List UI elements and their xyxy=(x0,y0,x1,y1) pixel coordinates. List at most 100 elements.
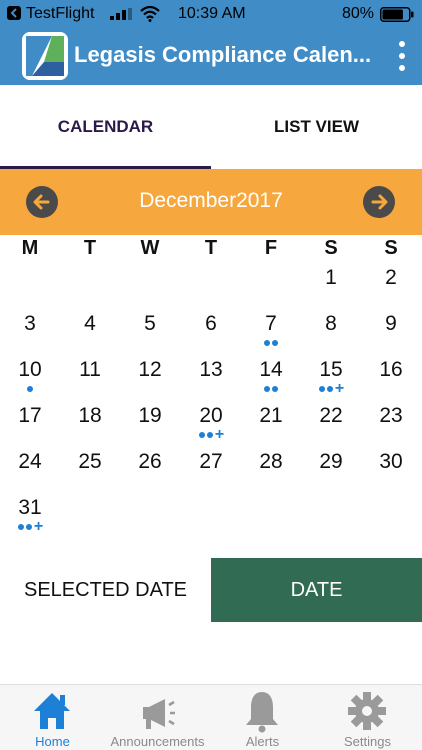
back-arrow-icon[interactable] xyxy=(6,5,22,21)
calendar-day[interactable]: 16 xyxy=(361,358,421,404)
megaphone-icon xyxy=(143,699,175,729)
wifi-icon xyxy=(140,6,160,22)
day-number: 19 xyxy=(138,404,162,427)
page-title: Legasis Compliance Calen... xyxy=(74,42,372,67)
year-label: 2017 xyxy=(236,189,283,212)
event-markers xyxy=(0,474,60,486)
calendar-day[interactable]: 13 xyxy=(181,358,241,404)
calendar-day[interactable]: 18 xyxy=(60,404,120,450)
overflow-menu-icon[interactable] xyxy=(394,36,410,76)
more-events-plus-icon: + xyxy=(334,379,345,397)
event-markers xyxy=(241,382,301,394)
event-markers xyxy=(301,428,361,440)
bell-icon xyxy=(246,692,278,733)
calendar-day[interactable]: 19 xyxy=(120,404,180,450)
calendar-day[interactable]: 24 xyxy=(0,450,60,496)
day-number: 13 xyxy=(199,358,223,381)
tab-list-view[interactable]: LIST VIEW xyxy=(211,85,422,169)
battery-percentage: 80% xyxy=(342,5,375,22)
day-number: 27 xyxy=(199,450,223,473)
more-events-plus-icon: + xyxy=(214,425,225,443)
arrow-right-icon xyxy=(371,194,388,210)
month-label: December xyxy=(139,189,237,212)
calendar-day[interactable]: 6 xyxy=(181,312,241,358)
event-dot xyxy=(272,339,278,346)
calendar-day[interactable]: 26 xyxy=(120,450,180,496)
selected-date-bar: SELECTED DATE DATE xyxy=(0,558,422,622)
day-number: 3 xyxy=(24,312,36,335)
calendar-day[interactable]: 17 xyxy=(0,404,60,450)
tab-calendar[interactable]: CALENDAR xyxy=(0,85,211,169)
bottom-navigation: Home Announcements Alerts Settings xyxy=(0,684,422,750)
event-dot xyxy=(326,385,333,392)
next-month-button[interactable] xyxy=(363,186,395,218)
calendar-day[interactable]: 14 xyxy=(241,358,301,404)
day-number: 6 xyxy=(205,312,217,335)
calendar-day[interactable]: 25 xyxy=(60,450,120,496)
calendar-day[interactable]: 9 xyxy=(361,312,421,358)
calendar-day[interactable]: 3 xyxy=(0,312,60,358)
calendar-day[interactable]: 27 xyxy=(181,450,241,496)
day-number: 2 xyxy=(385,266,397,289)
event-markers xyxy=(361,428,421,440)
calendar-day[interactable]: 4 xyxy=(60,312,120,358)
event-dot xyxy=(17,523,24,530)
day-number: 15 xyxy=(319,358,343,381)
event-markers xyxy=(181,382,241,394)
calendar-day[interactable]: 12 xyxy=(120,358,180,404)
event-dot xyxy=(206,431,213,438)
event-markers xyxy=(301,290,361,302)
event-markers xyxy=(0,382,60,394)
event-markers xyxy=(361,290,421,302)
day-number: 9 xyxy=(385,312,397,335)
selected-date-value[interactable]: DATE xyxy=(211,558,422,622)
month-year-label: December2017 xyxy=(0,189,422,213)
nav-alerts[interactable]: Alerts xyxy=(210,685,315,750)
calendar-day[interactable]: 2 xyxy=(361,266,421,312)
calendar-day[interactable]: 1 xyxy=(301,266,361,312)
calendar-day[interactable]: 7 xyxy=(241,312,301,358)
calendar-day[interactable]: 30 xyxy=(361,450,421,496)
legasis-logo xyxy=(22,32,68,80)
day-number: 28 xyxy=(259,450,283,473)
weekday-header: T xyxy=(83,237,97,259)
calendar-day[interactable]: 15 + xyxy=(301,358,361,404)
calendar-day[interactable]: 29 xyxy=(301,450,361,496)
event-dot xyxy=(264,339,270,346)
calendar-day[interactable]: 20 + xyxy=(181,404,241,450)
day-number: 21 xyxy=(259,404,283,427)
calendar-day[interactable]: 22 xyxy=(301,404,361,450)
event-markers xyxy=(120,428,180,440)
day-number: 18 xyxy=(78,404,102,427)
event-dot xyxy=(198,431,205,438)
legasis-logo-icon xyxy=(22,32,68,80)
calendar-day[interactable]: 5 xyxy=(120,312,180,358)
day-number: 30 xyxy=(379,450,403,473)
nav-settings[interactable]: Settings xyxy=(315,685,420,750)
month-navigator: December2017 xyxy=(0,169,422,235)
nav-home[interactable]: Home xyxy=(0,685,105,750)
view-tabs: CALENDAR LIST VIEW xyxy=(0,85,422,169)
nav-announcements-label: Announcements xyxy=(110,734,205,749)
calendar-day[interactable]: 8 xyxy=(301,312,361,358)
day-number: 16 xyxy=(379,358,403,381)
calendar-day[interactable]: 21 xyxy=(241,404,301,450)
calendar-day[interactable]: 28 xyxy=(241,450,301,496)
event-markers xyxy=(241,474,301,486)
calendar-day[interactable]: 10 xyxy=(0,358,60,404)
day-number: 17 xyxy=(18,404,42,427)
more-events-plus-icon: + xyxy=(33,517,44,535)
event-markers xyxy=(181,474,241,486)
calendar-day[interactable]: 31 + xyxy=(0,496,60,542)
calendar-day[interactable]: 11 xyxy=(60,358,120,404)
event-markers: + xyxy=(0,517,60,535)
weekday-header: S xyxy=(384,237,398,259)
event-markers xyxy=(301,474,361,486)
event-markers xyxy=(361,336,421,348)
calendar-day[interactable]: 23 xyxy=(361,404,421,450)
event-dot xyxy=(25,523,32,530)
event-markers xyxy=(361,474,421,486)
nav-announcements[interactable]: Announcements xyxy=(105,685,210,750)
event-markers xyxy=(120,382,180,394)
day-number: 14 xyxy=(259,358,283,381)
